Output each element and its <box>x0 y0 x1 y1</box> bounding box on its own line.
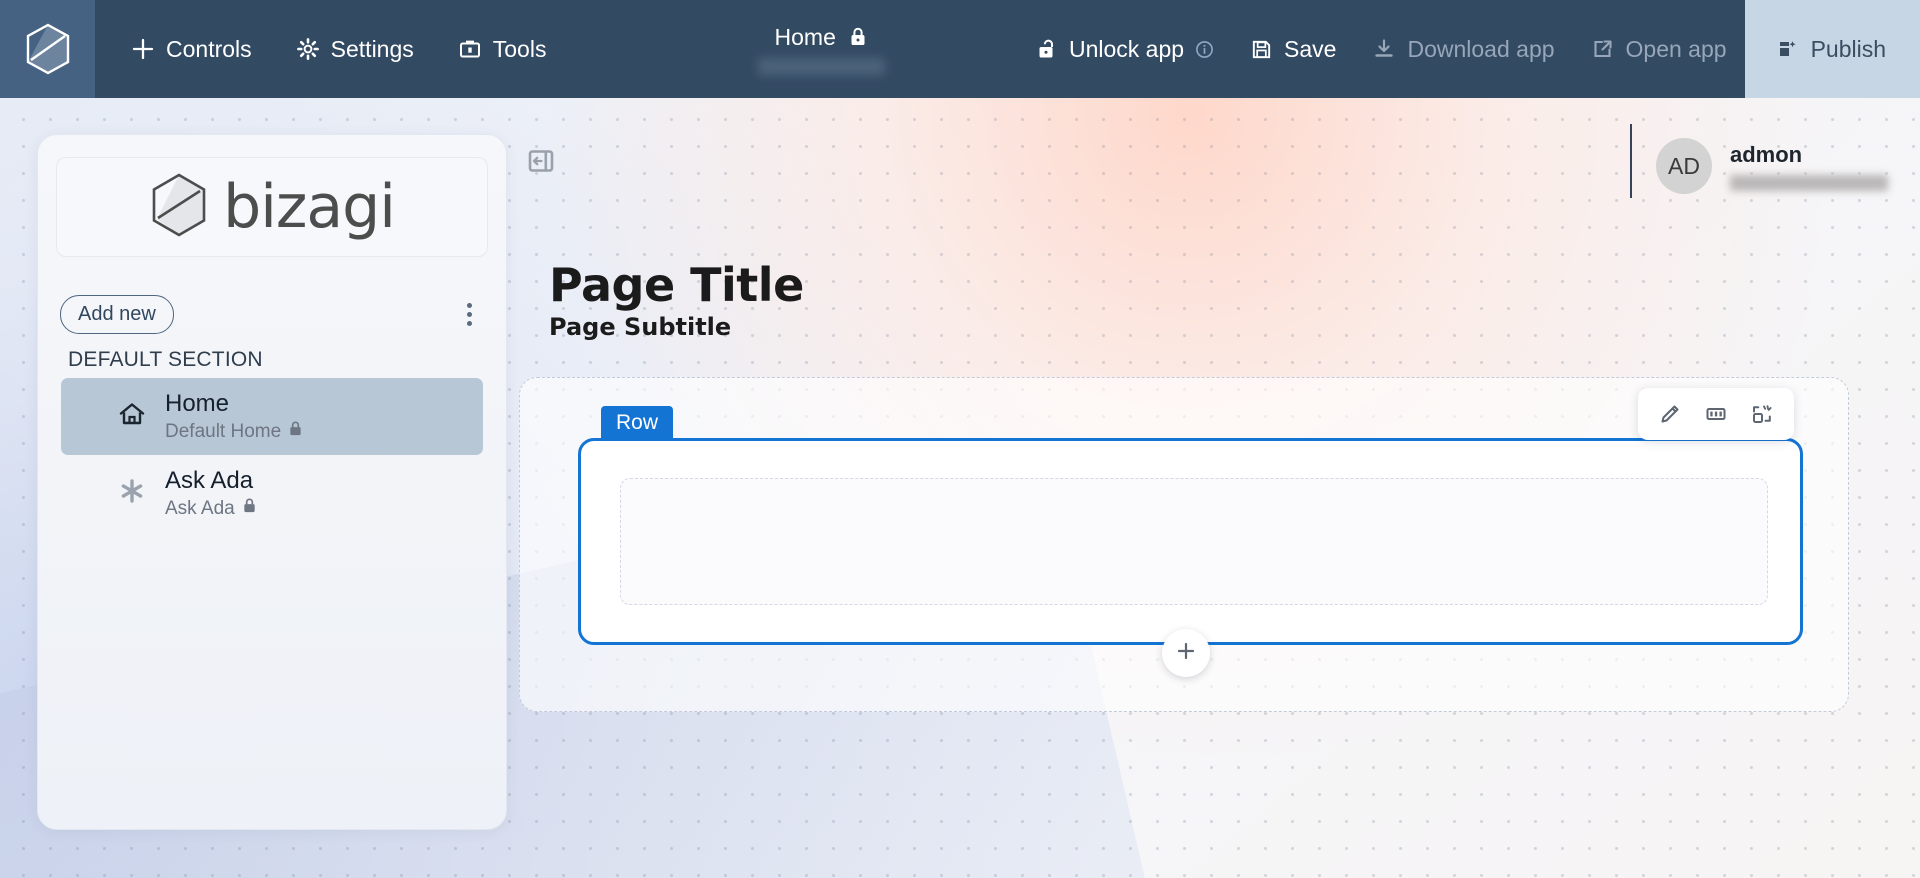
home-icon <box>117 399 147 434</box>
row-toolbar <box>1638 388 1794 440</box>
asterisk-icon <box>117 476 147 511</box>
sidebar-item-home-subtitle-text: Default Home <box>165 420 282 442</box>
sidebar-item-home-subtitle: Default Home <box>165 420 303 443</box>
app-logo-button[interactable] <box>0 0 95 98</box>
panel-action-bar: Add new <box>38 257 506 334</box>
toolbar-item-save[interactable]: Save <box>1232 26 1354 73</box>
navigation-panel: bizagi Add new DEFAULT SECTION Home Defa… <box>37 134 507 830</box>
sidebar-item-home[interactable]: Home Default Home <box>61 378 483 455</box>
lock-icon <box>848 26 868 48</box>
add-row-button[interactable] <box>1162 629 1210 677</box>
publish-button[interactable]: Publish <box>1744 0 1920 98</box>
toolbar-item-unlock-app-label: Unlock app <box>1068 35 1185 62</box>
unlock-icon <box>1036 37 1058 61</box>
toolbar-right-group: Unlock app Save Download app Open app Pu… <box>1018 0 1920 98</box>
publish-icon <box>1775 37 1799 61</box>
brand-logo-box: bizagi <box>56 157 488 257</box>
top-toolbar: Controls Settings Tools Home Unlock app … <box>0 0 1920 98</box>
row-badge-label[interactable]: Row <box>601 406 674 441</box>
row-dropzone[interactable] <box>620 478 1768 605</box>
toolbar-item-tools[interactable]: Tools <box>440 26 565 73</box>
toolbar-page-title: Home <box>774 23 836 50</box>
toolbar-item-controls-label: Controls <box>166 35 252 62</box>
sidebar-item-ask-ada-subtitle-text: Ask Ada <box>165 497 235 519</box>
toolbox-icon <box>458 37 482 61</box>
lock-icon <box>242 497 257 520</box>
canvas-header: AD admon <box>520 124 1888 224</box>
user-account-block[interactable]: AD admon <box>1630 124 1888 198</box>
collapse-panel-icon[interactable] <box>528 148 554 179</box>
user-email-redacted <box>1730 174 1888 191</box>
page-subtitle: Page Subtitle <box>549 313 732 341</box>
toolbar-item-settings[interactable]: Settings <box>278 26 432 73</box>
toolbar-item-settings-label: Settings <box>330 35 414 62</box>
download-icon <box>1372 37 1396 61</box>
sidebar-item-ask-ada-subtitle: Ask Ada <box>165 497 257 520</box>
plus-icon <box>131 37 155 61</box>
gear-icon <box>296 37 320 61</box>
toolbar-item-save-label: Save <box>1284 35 1337 62</box>
toolbar-page-subtitle-redacted <box>757 57 885 75</box>
pencil-edit-icon[interactable] <box>1652 398 1688 430</box>
section-header-label: DEFAULT SECTION <box>68 348 263 371</box>
user-divider <box>1630 124 1632 198</box>
move-resize-icon[interactable] <box>1744 398 1780 430</box>
toolbar-item-download-app[interactable]: Download app <box>1354 26 1572 73</box>
plus-icon <box>1174 639 1198 668</box>
add-new-button[interactable]: Add new <box>60 295 174 334</box>
sidebar-item-ask-ada-title: Ask Ada <box>165 467 254 494</box>
sidebar-item-home-title: Home <box>165 390 230 417</box>
user-name: admon <box>1730 141 1803 167</box>
lock-icon <box>288 420 303 443</box>
toolbar-left-group: Controls Settings Tools <box>95 0 564 98</box>
toolbar-item-tools-label: Tools <box>492 35 547 62</box>
columns-layout-icon[interactable] <box>1698 398 1734 430</box>
toolbar-item-unlock-app[interactable]: Unlock app <box>1018 26 1232 73</box>
more-vertical-icon[interactable] <box>459 295 480 334</box>
toolbar-page-indicator: Home <box>564 0 1017 98</box>
toolbar-item-controls[interactable]: Controls <box>113 26 270 73</box>
sidebar-item-ask-ada[interactable]: Ask Ada Ask Ada <box>61 455 483 532</box>
toolbar-item-open-app-label: Open app <box>1625 35 1727 62</box>
save-floppy-icon <box>1250 38 1273 61</box>
toolbar-item-download-app-label: Download app <box>1407 35 1555 62</box>
avatar: AD <box>1656 138 1712 194</box>
toolbar-item-open-app[interactable]: Open app <box>1573 26 1745 73</box>
external-link-icon <box>1591 37 1615 61</box>
page-title: Page Title <box>549 258 804 312</box>
publish-button-label: Publish <box>1810 35 1886 62</box>
info-icon[interactable] <box>1195 40 1214 59</box>
bizagi-hexagon-logo-icon <box>149 172 209 243</box>
bizagi-hexagon-logo-icon <box>25 23 71 75</box>
brand-name: bizagi <box>223 172 396 242</box>
